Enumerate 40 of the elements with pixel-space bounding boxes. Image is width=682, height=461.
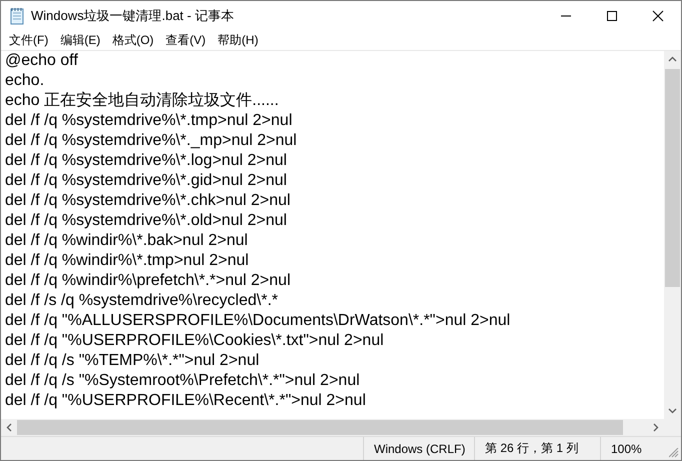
code-line: del /f /q /s "%Systemroot%\Prefetch\*.*">nul 2>nul	[5, 372, 360, 389]
minimize-icon	[561, 14, 571, 16]
menu-item[interactable]: 文件(F)	[3, 30, 54, 50]
code-line: del /f /q %systemdrive%\*.gid>nul 2>nul	[5, 172, 287, 189]
code-line: del /f /q /s "%TEMP%\*.*">nul 2>nul	[5, 352, 260, 369]
resize-grip-icon[interactable]	[669, 448, 679, 458]
close-icon	[652, 10, 664, 22]
menu-item[interactable]: 帮助(H)	[212, 30, 264, 50]
code-line: echo 正在安全地自动清除垃圾文件......	[5, 92, 279, 109]
notepad-icon	[9, 6, 25, 24]
menu-item[interactable]: 查看(V)	[160, 30, 212, 50]
scroll-left-icon[interactable]	[6, 423, 12, 432]
status-text: 100%	[611, 442, 642, 456]
code-line: del /f /q "%USERPROFILE%\Cookies\*.txt">nul 2>nul	[5, 332, 384, 349]
scroll-up-icon[interactable]	[668, 56, 677, 62]
scroll-right-icon[interactable]	[653, 423, 659, 432]
horizontal-scrollbar[interactable]	[1, 419, 664, 436]
vertical-scrollbar[interactable]	[664, 51, 681, 419]
code-line: del /f /q %systemdrive%\*.log>nul 2>nul	[5, 152, 287, 169]
window-title: Windows垃圾一键清理.bat - 记事本	[31, 6, 235, 24]
code-line: echo.	[5, 72, 44, 89]
menu-item[interactable]: 格式(O)	[106, 30, 160, 50]
code-line: del /f /q %windir%\*.tmp>nul 2>nul	[5, 252, 249, 269]
code-line: del /f /q "%ALLUSERSPROFILE%\Documents\DrWatson\*.*">nul 2>nul	[5, 312, 510, 329]
scroll-thumb[interactable]	[17, 420, 623, 435]
code-line: del /f /s /q %systemdrive%\recycled\*.*	[5, 292, 278, 309]
status-text: 第 26 行，第 1 列	[485, 440, 578, 457]
code-line: del /f /q %systemdrive%\*.chk>nul 2>nul	[5, 192, 290, 209]
code-line: del /f /q %systemdrive%\*.old>nul 2>nul	[5, 212, 287, 229]
scroll-thumb[interactable]	[665, 69, 680, 287]
code-line: del /f /q %systemdrive%\*._mp>nul 2>nul	[5, 132, 297, 149]
code-line: del /f /q %windir%\prefetch\*.*>nul 2>nul	[5, 272, 290, 289]
code-line: del /f /q "%USERPROFILE%\Recent\*.*">nul 2>nul	[5, 392, 366, 409]
status-text: Windows (CRLF)	[374, 442, 466, 456]
code-line: del /f /q %windir%\*.bak>nul 2>nul	[5, 232, 248, 249]
maximize-icon	[606, 10, 618, 22]
menu-item[interactable]: 编辑(E)	[54, 30, 106, 50]
code-line: @echo off	[5, 52, 78, 69]
code-line: del /f /q %systemdrive%\*.tmp>nul 2>nul	[5, 112, 292, 129]
scroll-down-icon[interactable]	[668, 408, 677, 414]
